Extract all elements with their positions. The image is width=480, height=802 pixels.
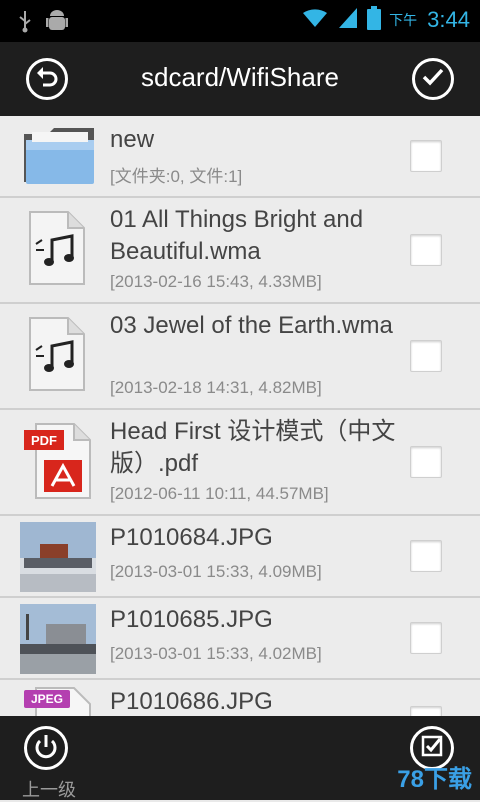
select-checkbox[interactable] — [410, 446, 442, 478]
select-checkbox[interactable] — [410, 540, 442, 572]
select-checkbox[interactable] — [410, 706, 442, 716]
status-bar: 下午 3:44 — [0, 0, 480, 42]
list-item[interactable]: P1010685.JPG [2013-03-01 15:33, 4.02MB] — [0, 598, 480, 680]
file-name: P1010686.JPG — [110, 688, 273, 715]
pdf-badge: PDF — [31, 433, 57, 448]
watermark-logo: 78下载 — [397, 766, 472, 793]
android-icon — [46, 8, 68, 38]
file-name: new — [110, 126, 155, 153]
battery-icon — [367, 6, 382, 34]
photo-thumbnail — [20, 604, 96, 678]
folder-icon — [22, 124, 98, 190]
file-meta: [2013-02-16 15:43, 4.33MB] — [110, 272, 322, 291]
jpeg-file-icon: JPEG — [22, 686, 94, 716]
refresh-up-icon — [33, 733, 59, 763]
select-checkbox[interactable] — [410, 140, 442, 172]
file-list[interactable]: new [文件夹:0, 文件:1] 01 All Things Bright a… — [0, 116, 480, 716]
file-name: Head First 设计模式（中文版）.pdf — [110, 418, 396, 477]
confirm-button[interactable] — [412, 58, 454, 100]
file-name: 03 Jewel of the Earth.wma — [110, 312, 393, 339]
title-bar: sdcard/WifiShare — [0, 42, 480, 118]
select-checkbox[interactable] — [410, 234, 442, 266]
status-time: 3:44 — [427, 7, 470, 32]
file-name: 01 All Things Bright and Beautiful.wma — [110, 206, 364, 265]
signal-icon — [337, 6, 359, 34]
checkmark-icon — [420, 64, 446, 94]
file-name: P1010684.JPG — [110, 524, 273, 551]
checkbox-icon — [420, 734, 444, 762]
list-item[interactable]: 01 All Things Bright and Beautiful.wma [… — [0, 198, 480, 304]
file-meta: [2013-02-18 14:31, 4.82MB] — [110, 378, 322, 397]
jpeg-badge: JPEG — [31, 692, 63, 706]
page-title: sdcard/WifiShare — [141, 62, 339, 92]
list-item[interactable]: PDF Head First 设计模式（中文版）.pdf [2012-06-11… — [0, 410, 480, 516]
bottom-bar: 上一级 78下载 — [0, 716, 480, 802]
list-item[interactable]: 03 Jewel of the Earth.wma [2013-02-18 14… — [0, 304, 480, 410]
list-item[interactable]: P1010684.JPG [2013-03-01 15:33, 4.09MB] — [0, 516, 480, 598]
file-meta: [2012-06-11 10:11, 44.57MB] — [110, 484, 329, 503]
file-meta: [文件夹:0, 文件:1] — [110, 167, 243, 186]
photo-thumbnail — [20, 522, 96, 596]
up-level-label[interactable]: 上一级 — [22, 776, 76, 802]
list-item[interactable]: new [文件夹:0, 文件:1] — [0, 116, 480, 198]
select-checkbox[interactable] — [410, 622, 442, 654]
select-checkbox[interactable] — [410, 340, 442, 372]
status-ampm: 下午 — [389, 13, 418, 29]
list-item[interactable]: JPEG P1010686.JPG — [0, 680, 480, 716]
pdf-file-icon: PDF — [22, 420, 94, 504]
audio-file-icon — [28, 316, 86, 396]
wifi-icon — [301, 7, 329, 33]
up-level-button[interactable] — [24, 726, 68, 770]
file-meta: [2013-03-01 15:33, 4.02MB] — [110, 644, 322, 663]
usb-icon — [18, 9, 32, 37]
file-meta: [2013-03-01 15:33, 4.09MB] — [110, 562, 322, 581]
audio-file-icon — [28, 210, 86, 290]
file-name: P1010685.JPG — [110, 606, 273, 633]
